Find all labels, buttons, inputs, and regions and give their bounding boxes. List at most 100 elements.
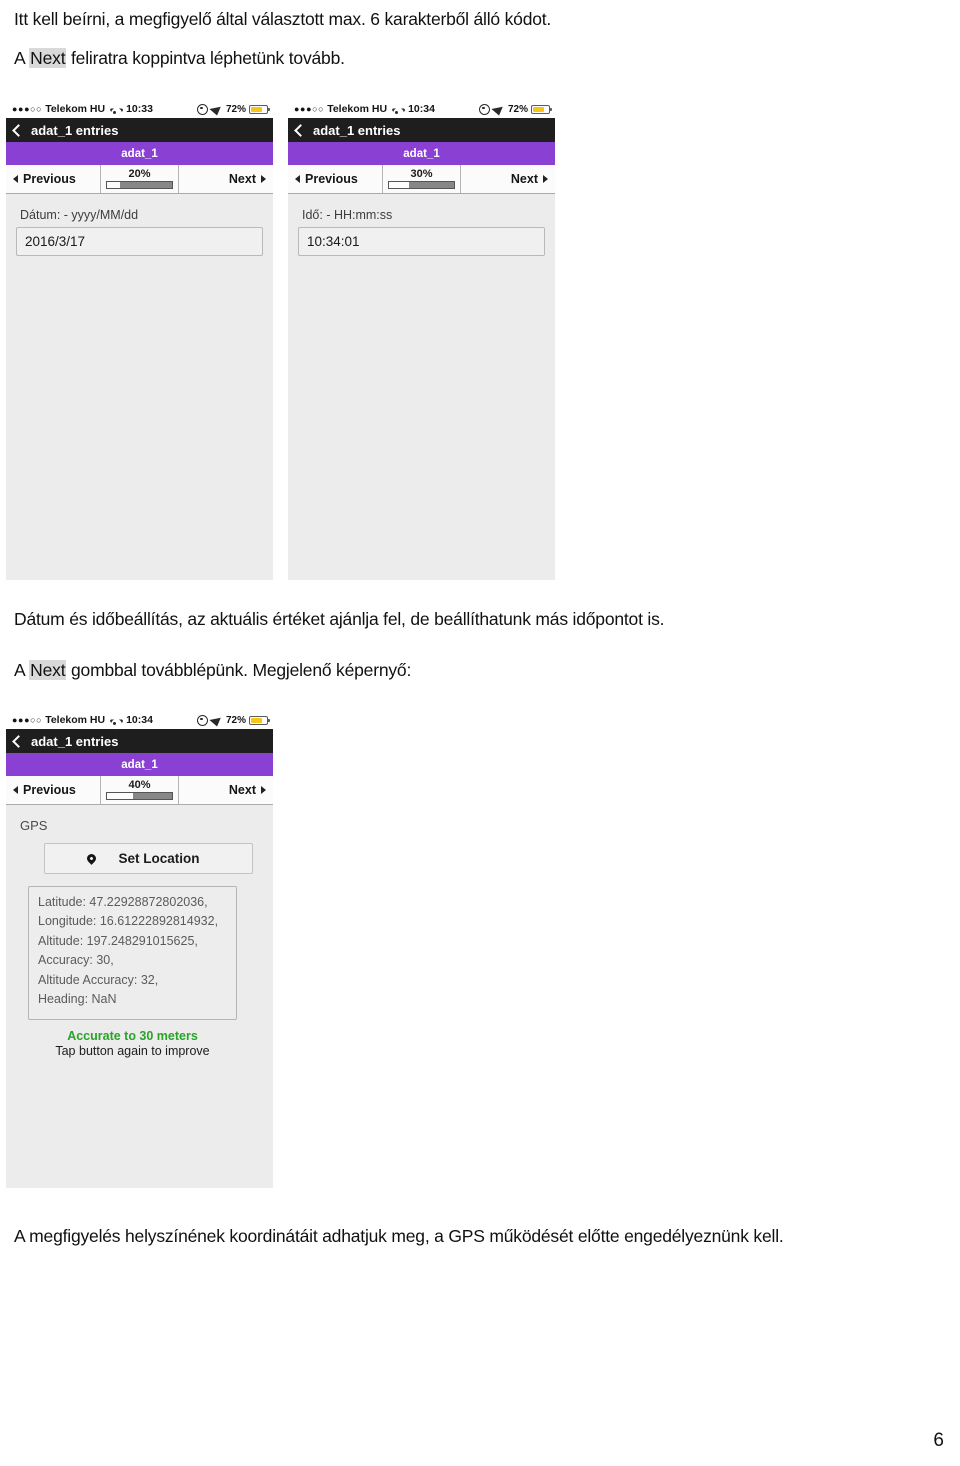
battery-icon (249, 715, 271, 725)
location-arrow-icon (209, 714, 225, 726)
status-time: 10:34 (126, 714, 153, 726)
status-right-group: 72% (196, 711, 271, 729)
form-toolbar: Previous 20% Next (6, 165, 273, 194)
paragraph-1: Itt kell beírni, a megfigyelő által vála… (14, 8, 551, 32)
signal-dots-icon: ●●●○○ (294, 103, 325, 114)
gps-readout-accuracy: Accuracy: 30, (38, 953, 114, 968)
form-content: GPS Set Location Latitude: 47.2292887280… (6, 805, 273, 1188)
battery-icon (531, 104, 553, 114)
chevron-left-icon[interactable] (294, 123, 307, 137)
nav-bar: adat_1 entries (6, 729, 273, 753)
next-button[interactable]: Next (178, 165, 273, 193)
form-toolbar: Previous 40% Next (6, 776, 273, 805)
nav-bar: adat_1 entries (288, 118, 555, 142)
paragraph-4-highlight-next: Next (29, 660, 67, 680)
progress-bar (106, 180, 173, 189)
nav-bar: adat_1 entries (6, 118, 273, 142)
nav-title: adat_1 entries (313, 122, 401, 138)
progress-indicator: 40% (101, 776, 178, 804)
rotation-lock-icon (196, 714, 208, 726)
battery-percent-label: 72% (507, 103, 528, 115)
paragraph-3: Dátum és időbeállítás, az aktuális érték… (14, 608, 665, 632)
gps-accuracy-status: Accurate to 30 meters (67, 1029, 198, 1044)
signal-dots-icon: ●●●○○ (12, 714, 43, 725)
triangle-left-icon (295, 175, 300, 183)
nav-title: adat_1 entries (31, 733, 119, 749)
carrier-label: Telekom HU (45, 103, 106, 115)
paragraph-4-after: gombbal továbblépünk. Megjelenő képernyő… (66, 660, 412, 680)
screenshot-date-entry: ●●●○○ Telekom HU 10:33 72% adat_1 entrie… (6, 100, 273, 580)
location-arrow-icon (491, 103, 507, 115)
status-bar: ●●●○○ Telekom HU 10:34 72% (288, 100, 555, 118)
paragraph-5: A megfigyelés helyszínének koordinátáit … (14, 1225, 784, 1249)
chevron-left-icon[interactable] (12, 734, 25, 748)
progress-percent-label: 30% (410, 167, 433, 180)
gps-readout-heading: Heading: NaN (38, 991, 117, 1006)
next-button-label: Next (228, 172, 256, 186)
status-right-group: 72% (196, 100, 271, 118)
triangle-left-icon (13, 786, 18, 794)
form-toolbar: Previous 30% Next (288, 165, 555, 194)
next-button-label: Next (510, 172, 538, 186)
paragraph-5-text: A megfigyelés helyszínének koordinátáit … (14, 1226, 784, 1246)
progress-percent-label: 40% (128, 778, 151, 791)
nav-title: adat_1 entries (31, 122, 119, 138)
paragraph-2-highlight-next: Next (29, 48, 67, 68)
status-bar: ●●●○○ Telekom HU 10:34 72% (6, 711, 273, 729)
wifi-icon (391, 105, 402, 114)
screenshot-time-entry: ●●●○○ Telekom HU 10:34 72% adat_1 entrie… (288, 100, 555, 580)
paragraph-1-text: Itt kell beírni, a megfigyelő által vála… (14, 9, 552, 29)
battery-percent-label: 72% (225, 714, 246, 726)
time-input[interactable]: 10:34:01 (298, 227, 545, 256)
progress-indicator: 30% (383, 165, 460, 193)
gps-readout-longitude: Longitude: 16.61222892814932, (38, 914, 219, 929)
progress-percent-label: 20% (128, 167, 151, 180)
status-right-group: 72% (478, 100, 553, 118)
progress-bar (106, 791, 173, 800)
paragraph-3-text: Dátum és időbeállítás, az aktuális érték… (14, 609, 665, 629)
previous-button[interactable]: Previous (6, 776, 101, 804)
status-bar: ●●●○○ Telekom HU 10:33 72% (6, 100, 273, 118)
next-button[interactable]: Next (178, 776, 273, 804)
status-time: 10:33 (126, 103, 153, 115)
previous-button[interactable]: Previous (6, 165, 101, 193)
paragraph-2-before: A (14, 48, 30, 68)
gps-section-label: GPS (20, 818, 48, 833)
signal-dots-icon: ●●●○○ (12, 103, 43, 114)
form-content: Idő: - HH:mm:ss 10:34:01 (288, 194, 555, 580)
set-location-button-label: Set Location (118, 851, 200, 866)
paragraph-2: A Next feliratra koppintva léphetünk tov… (14, 47, 345, 71)
battery-icon (249, 104, 271, 114)
page-number: 6 (933, 1430, 944, 1451)
progress-bar (388, 180, 455, 189)
gps-readout-altitude-accuracy: Altitude Accuracy: 32, (38, 972, 159, 987)
triangle-right-icon (543, 175, 548, 183)
wifi-icon (109, 105, 120, 114)
previous-button-label: Previous (23, 172, 76, 186)
triangle-right-icon (261, 786, 266, 794)
rotation-lock-icon (478, 103, 490, 115)
date-input[interactable]: 2016/3/17 (16, 227, 263, 256)
date-field-label: Dátum: - yyyy/MM/dd (20, 208, 139, 222)
paragraph-2-after: feliratra koppintva léphetünk tovább. (66, 48, 345, 68)
progress-indicator: 20% (101, 165, 178, 193)
gps-readout-altitude: Altitude: 197.248291015625, (38, 933, 198, 948)
form-content: Dátum: - yyyy/MM/dd 2016/3/17 (6, 194, 273, 580)
set-location-button[interactable]: Set Location (44, 843, 253, 874)
paragraph-4-before: A (14, 660, 30, 680)
triangle-left-icon (13, 175, 18, 183)
next-button[interactable]: Next (460, 165, 555, 193)
paragraph-4: A Next gombbal továbblépünk. Megjelenő k… (14, 659, 411, 683)
rotation-lock-icon (196, 103, 208, 115)
status-time: 10:34 (408, 103, 435, 115)
wifi-icon (109, 716, 120, 725)
form-title-bar: adat_1 (288, 142, 555, 165)
previous-button[interactable]: Previous (288, 165, 383, 193)
time-field-label: Idő: - HH:mm:ss (302, 208, 393, 222)
triangle-right-icon (261, 175, 266, 183)
form-title-bar: adat_1 (6, 142, 273, 165)
location-arrow-icon (209, 103, 225, 115)
chevron-left-icon[interactable] (12, 123, 25, 137)
battery-percent-label: 72% (225, 103, 246, 115)
carrier-label: Telekom HU (45, 714, 106, 726)
